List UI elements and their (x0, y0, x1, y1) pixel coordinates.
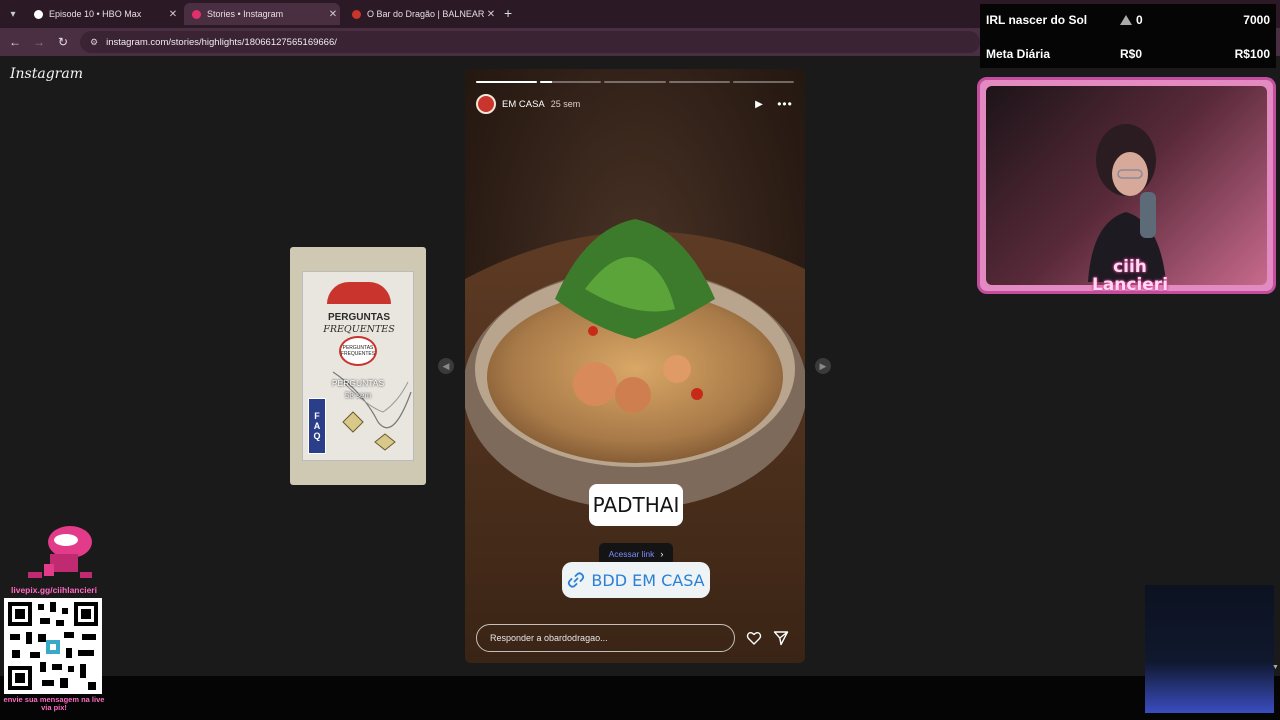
tooltip-label: Acessar link (608, 549, 655, 559)
heart-icon[interactable] (746, 630, 762, 646)
close-tab-icon[interactable]: ✕ (166, 9, 180, 20)
side-story-time: 58 sem (344, 391, 372, 400)
previous-story-arrow-icon[interactable]: ◀ (438, 358, 454, 374)
address-bar[interactable]: ⚙ instagram.com/stories/highlights/18066… (80, 31, 980, 53)
instagram-favicon-icon (192, 9, 201, 19)
pix-message: envie sua mensagem na live via pix! (3, 695, 105, 712)
overlay-blue-panel (1145, 585, 1274, 713)
send-icon[interactable] (773, 630, 789, 646)
goal-target: R$100 (1234, 47, 1270, 61)
chevron-right-icon: › (660, 549, 664, 559)
tab-instagram[interactable]: Stories • Instagram ✕ (184, 3, 340, 25)
triangle-icon (1120, 15, 1132, 25)
new-tab-button[interactable]: + (504, 5, 512, 21)
tab-bar-do-dragao[interactable]: O Bar do Dragão | BALNEARIO ✕ (344, 3, 498, 25)
crane-illustration-icon (332, 371, 412, 451)
scroll-down-icon[interactable]: ▼ (1272, 664, 1279, 671)
screen: ▾ Episode 10 • HBO Max ✕ Stories • Insta… (0, 0, 1280, 720)
faq-letter: F (314, 411, 320, 421)
forward-icon[interactable]: → (30, 33, 48, 51)
hbo-favicon-icon (34, 9, 43, 19)
link-icon (568, 572, 585, 588)
link-sticker[interactable]: BDD EM CASA (562, 562, 710, 598)
instagram-logo[interactable]: Instagram (10, 66, 83, 82)
faq-story-card: PERGUNTAS FREQUENTES PERGUNTAS FREQUENTE… (302, 271, 414, 461)
tab-title: O Bar do Dragão | BALNEARIO (367, 9, 484, 19)
active-story[interactable]: EM CASA 25 sem ▶ ••• PADTHAI Acessar lin… (465, 69, 805, 663)
tab-title: Stories • Instagram (207, 9, 284, 19)
livepix-url: livepix.gg/ciihlancieri (11, 585, 97, 595)
progress-segment (604, 81, 666, 83)
progress-segment (476, 81, 538, 83)
faq-red-banner (327, 282, 391, 304)
side-story-name: PERGUNTAS (331, 378, 385, 388)
play-icon[interactable]: ▶ (750, 99, 768, 110)
reply-input[interactable]: Responder a obardodragao... (476, 624, 735, 652)
goal-row: IRL nascer do Sol 0 7000 (986, 10, 1270, 30)
next-story-arrow-icon[interactable]: ▶ (815, 358, 831, 374)
stream-goals-panel: IRL nascer do Sol 0 7000 Meta Diária R$0… (980, 4, 1276, 68)
pixel-mascot-icon (28, 526, 92, 578)
bottom-bar (0, 676, 1280, 720)
dragon-favicon-icon (352, 9, 361, 19)
progress-segment (732, 81, 795, 83)
goal-target: 7000 (1243, 13, 1270, 27)
previous-story-preview[interactable]: PERGUNTAS FREQUENTES PERGUNTAS FREQUENTE… (290, 247, 426, 485)
goal-label: Meta Diária (986, 47, 1051, 61)
faq-blue-label: F A Q (308, 398, 326, 454)
story-header: EM CASA 25 sem ▶ ••• (476, 93, 794, 115)
story-timestamp: 25 sem (550, 99, 581, 109)
tab-title: Episode 10 • HBO Max (49, 9, 142, 19)
faq-letter: Q (313, 431, 321, 441)
close-tab-icon[interactable]: ✕ (484, 9, 498, 20)
streamer-name-line: Lancieri (1091, 275, 1169, 295)
link-sticker-label: BDD EM CASA (591, 570, 705, 590)
webcam-feed (986, 86, 1267, 285)
story-avatar[interactable] (476, 94, 496, 114)
progress-segment (540, 81, 602, 83)
progress-segment (668, 81, 730, 83)
back-icon[interactable]: ← (6, 33, 24, 51)
tab-hbo-max[interactable]: Episode 10 • HBO Max ✕ (26, 3, 180, 25)
faq-card-subtitle: FREQUENTES (323, 324, 395, 335)
pix-qr-code (4, 598, 102, 694)
faq-letter: A (313, 421, 321, 431)
faq-card-title: PERGUNTAS (327, 312, 391, 323)
goal-current: R$0 (1120, 47, 1143, 61)
goal-current-value: 0 (1136, 13, 1143, 27)
more-options-icon[interactable]: ••• (776, 97, 794, 111)
close-tab-icon[interactable]: ✕ (326, 9, 340, 20)
site-info-icon[interactable]: ⚙ (90, 37, 98, 48)
goal-label: IRL nascer do Sol (986, 13, 1088, 27)
story-username[interactable]: EM CASA (502, 99, 545, 110)
url-text: instagram.com/stories/highlights/1806612… (106, 36, 337, 48)
goal-row: Meta Diária R$0 R$100 (986, 44, 1270, 64)
streamer-name-overlay: ciih Lancieri (1080, 258, 1180, 294)
goal-current: 0 (1120, 13, 1200, 27)
tab-search-dropdown-icon[interactable]: ▾ (4, 5, 22, 23)
story-progress-bar (476, 81, 795, 83)
reload-icon[interactable]: ↻ (54, 33, 72, 51)
padthai-text-sticker: PADTHAI (589, 484, 683, 526)
streamer-name-line: ciih (1113, 257, 1147, 277)
